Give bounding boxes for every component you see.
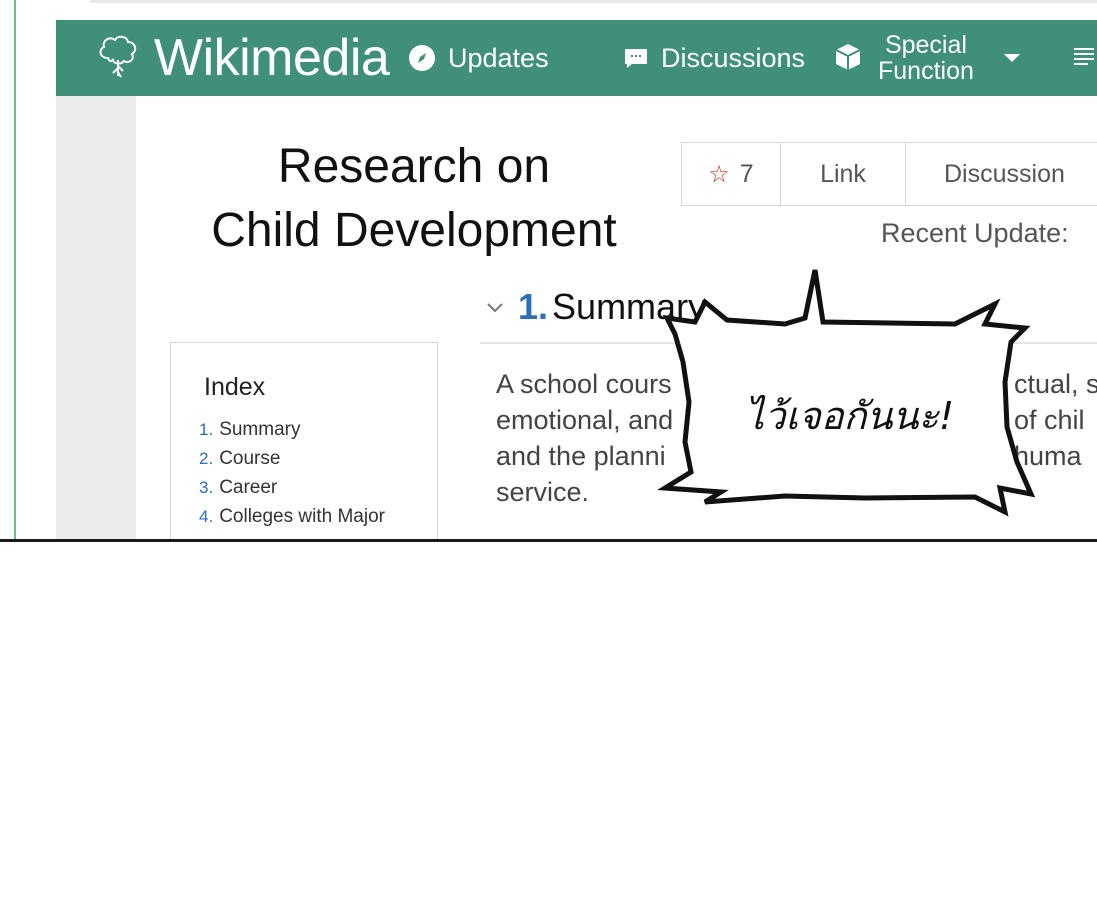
nav-discussions-label: Discussions xyxy=(661,42,806,73)
panel-top-line xyxy=(90,0,1097,3)
index-item-number: 2. xyxy=(199,449,214,468)
article-actions: ☆ 7 Link Discussion xyxy=(681,142,1097,206)
star-icon: ☆ xyxy=(708,160,730,188)
compass-icon xyxy=(409,45,435,71)
panel-left-border xyxy=(14,0,16,542)
page-title: Research on Child Development xyxy=(174,135,654,263)
index-item-number: 4. xyxy=(199,507,214,526)
index-item[interactable]: 1. Summary xyxy=(199,415,385,444)
nav-updates[interactable]: Updates xyxy=(408,20,549,96)
index-item[interactable]: 2. Course xyxy=(199,444,385,473)
index-box: Index 1. Summary 2. Course 3. Career 4. Coll… xyxy=(170,342,438,539)
speech-icon xyxy=(625,49,647,68)
index-list: 1. Summary 2. Course 3. Career 4. Colleges w… xyxy=(199,415,385,531)
cube-icon xyxy=(835,44,861,70)
index-item-label: Course xyxy=(219,448,281,469)
nav-special-line2: Function xyxy=(878,57,974,85)
index-item-number: 3. xyxy=(199,478,214,497)
chevron-down-icon[interactable] xyxy=(484,296,506,318)
comic-panel: Wikimedia Updates Discussions Special Fu… xyxy=(0,0,1097,542)
menu-icon[interactable] xyxy=(1074,46,1094,66)
index-item[interactable]: 4. Colleges with Major xyxy=(199,502,385,531)
index-title: Index xyxy=(204,373,266,401)
index-item-label: Summary xyxy=(219,419,301,440)
comic-page: Wikimedia Updates Discussions Special Fu… xyxy=(0,0,1097,900)
discussion-button[interactable]: Discussion xyxy=(906,143,1097,205)
star-button[interactable]: ☆ 7 xyxy=(682,143,781,205)
chevron-down-icon[interactable] xyxy=(1004,54,1020,62)
star-count: 7 xyxy=(739,159,754,188)
recent-update-label: Recent Update: xyxy=(881,218,1069,248)
left-sidebar-strip xyxy=(56,96,136,539)
index-item-number: 1. xyxy=(199,420,214,439)
panel-bottom-border xyxy=(0,539,1097,542)
brand-logo[interactable]: Wikimedia xyxy=(154,28,390,88)
section-number: 1. xyxy=(518,286,549,327)
page-title-line1: Research on xyxy=(277,140,551,193)
top-nav-bar: Wikimedia Updates Discussions Special Fu… xyxy=(56,20,1097,96)
page-title-line2: Child Development xyxy=(211,204,617,257)
nav-updates-label: Updates xyxy=(448,42,549,73)
tree-logo-icon xyxy=(99,35,137,78)
index-item[interactable]: 3. Career xyxy=(199,473,385,502)
speech-bubble-text: ไว้เจอกันนะ! xyxy=(745,394,955,438)
nav-special-line1: Special xyxy=(884,31,967,59)
nav-discussions[interactable]: Discussions xyxy=(623,20,805,96)
index-item-label: Career xyxy=(219,477,278,498)
index-item-label: Colleges with Major xyxy=(219,506,385,527)
link-button[interactable]: Link xyxy=(781,143,906,205)
nav-special-function[interactable]: Special Function xyxy=(878,32,974,84)
